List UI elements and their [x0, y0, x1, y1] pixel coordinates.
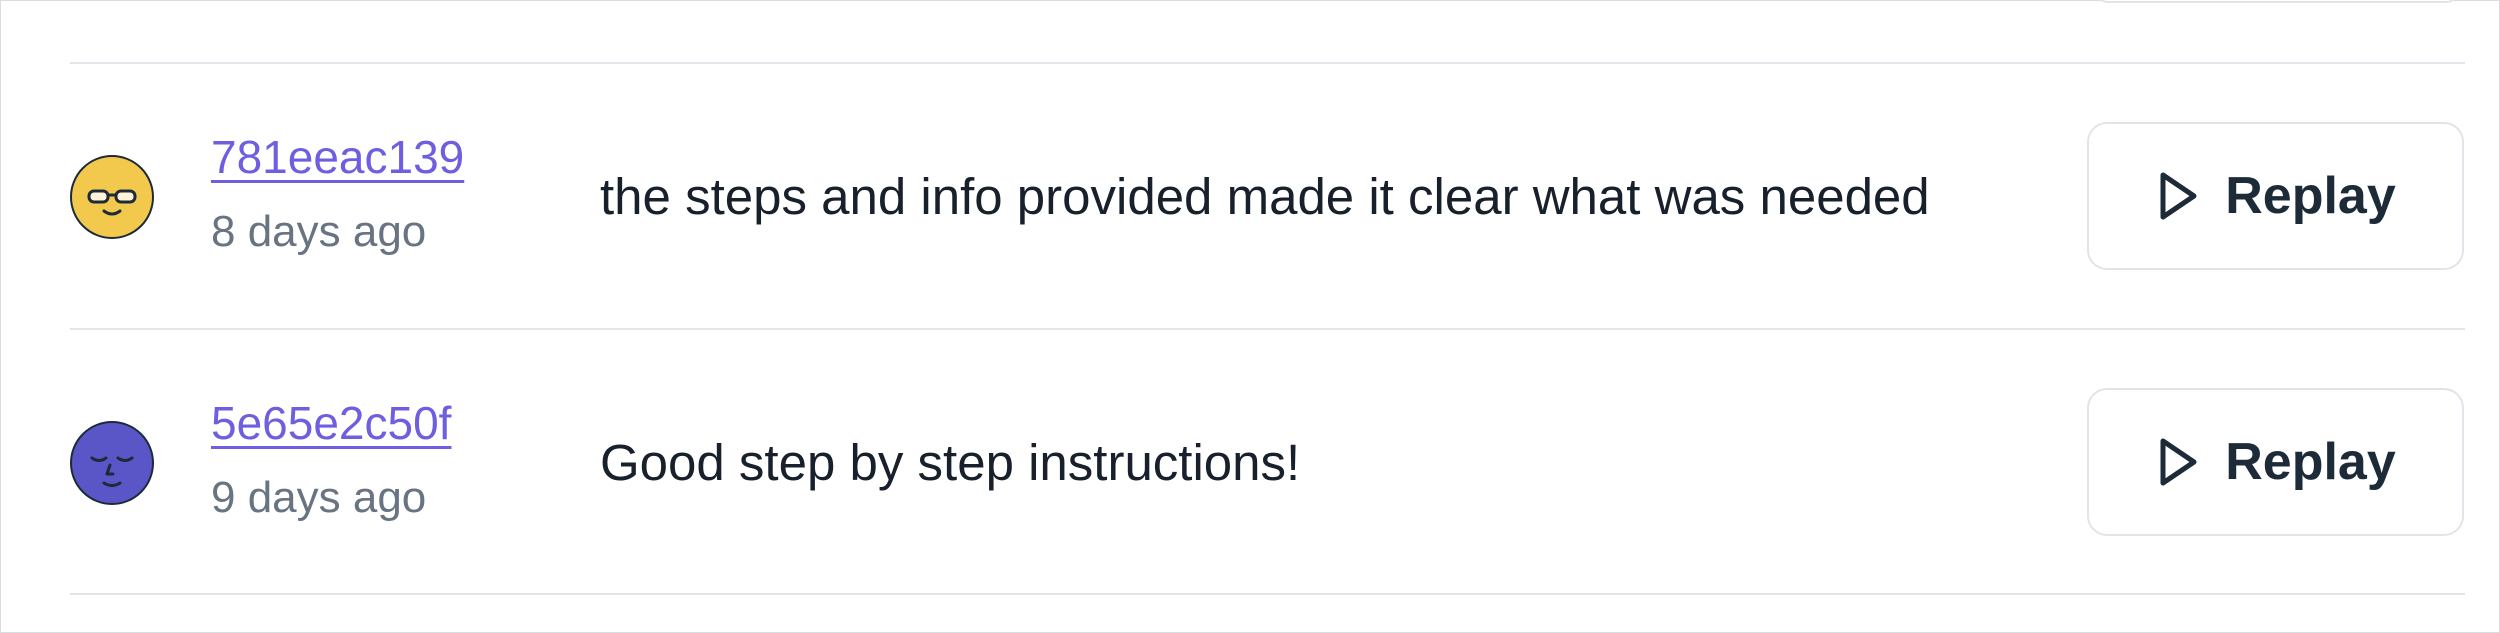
avatar	[70, 421, 154, 505]
replay-button[interactable]: Replay	[2087, 388, 2464, 536]
feedback-row: 781eeac139 8 days ago the steps and info…	[1, 63, 2500, 329]
row-divider	[70, 593, 2465, 595]
user-id-link[interactable]: 5e65e2c50f	[211, 397, 451, 449]
play-icon	[2155, 170, 2201, 222]
feedback-comment: Good step by step instructions!	[600, 434, 1301, 491]
replay-button-label: Replay	[2225, 433, 2396, 491]
replay-button[interactable]: Replay	[2087, 122, 2464, 270]
avatar	[70, 155, 154, 239]
sunglasses-face-icon	[87, 189, 137, 216]
feedback-comment: the steps and info provided made it clea…	[600, 168, 1930, 225]
feedback-list-panel: 781eeac139 8 days ago the steps and info…	[0, 0, 2500, 633]
previous-replay-button-edge[interactable]	[2094, 0, 2460, 3]
replay-button-label: Replay	[2225, 167, 2396, 225]
sleepy-face-icon	[90, 456, 134, 487]
play-icon	[2155, 436, 2201, 488]
user-id-link[interactable]: 781eeac139	[211, 131, 464, 183]
feedback-time: 9 days ago	[211, 473, 427, 522]
feedback-row: 5e65e2c50f 9 days ago Good step by step …	[1, 329, 2500, 595]
feedback-time: 8 days ago	[211, 207, 427, 256]
